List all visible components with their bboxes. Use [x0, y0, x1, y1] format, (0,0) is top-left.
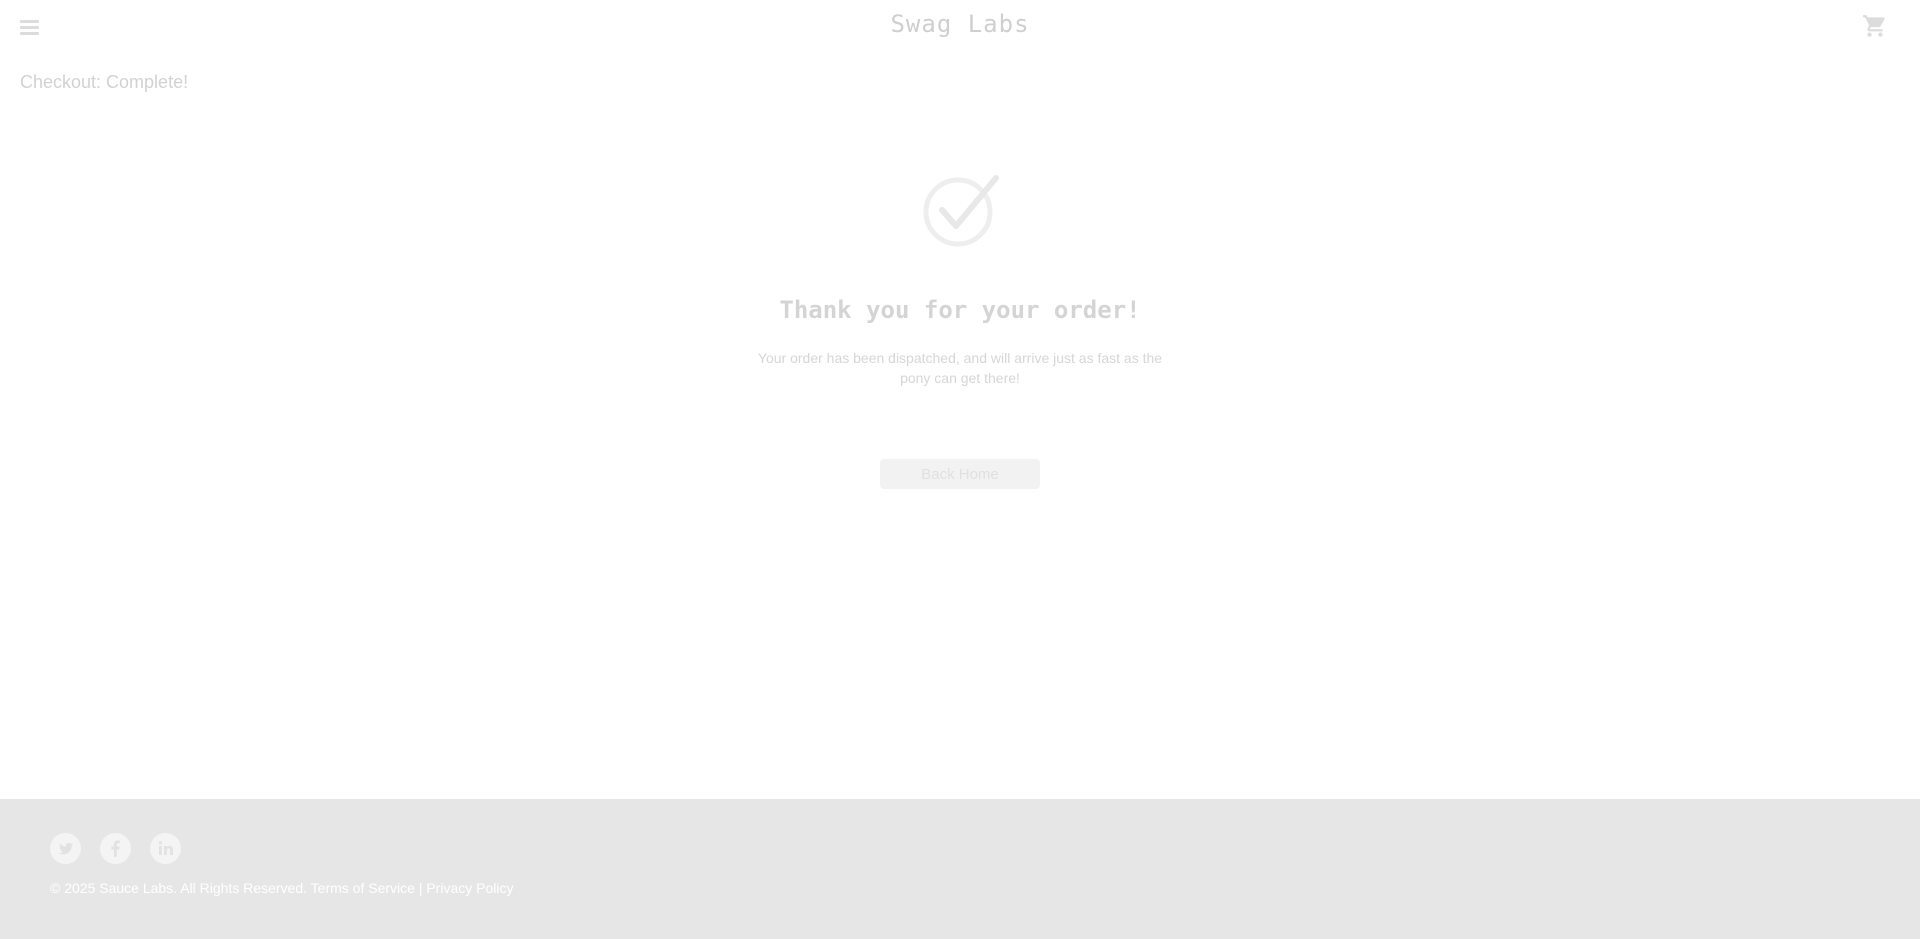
checkmark-circle-icon [920, 174, 1000, 254]
back-home-button[interactable]: Back Home [880, 459, 1040, 489]
footer-separator: | [418, 880, 423, 896]
linkedin-icon[interactable] [150, 833, 181, 864]
shopping-cart-icon[interactable] [1862, 13, 1888, 39]
facebook-icon[interactable] [100, 833, 131, 864]
app-logo: Swag Labs [890, 10, 1030, 38]
complete-header: Thank you for your order! [779, 296, 1141, 324]
page: Swag Labs Checkout: Complete! Thank you … [0, 0, 1920, 939]
complete-text: Your order has been dispatched, and will… [757, 350, 1163, 386]
copyright-text: © 2025 Sauce Labs. All Rights Reserved. [50, 880, 308, 896]
footer-copy: © 2025 Sauce Labs. All Rights Reserved. … [50, 880, 513, 896]
header: Swag Labs [0, 0, 1920, 56]
page-title: Checkout: Complete! [20, 72, 189, 92]
twitter-icon[interactable] [50, 833, 81, 864]
terms-of-service-link[interactable]: Terms of Service [311, 880, 415, 896]
footer: © 2025 Sauce Labs. All Rights Reserved. … [0, 799, 1920, 939]
privacy-policy-link[interactable]: Privacy Policy [426, 880, 513, 896]
